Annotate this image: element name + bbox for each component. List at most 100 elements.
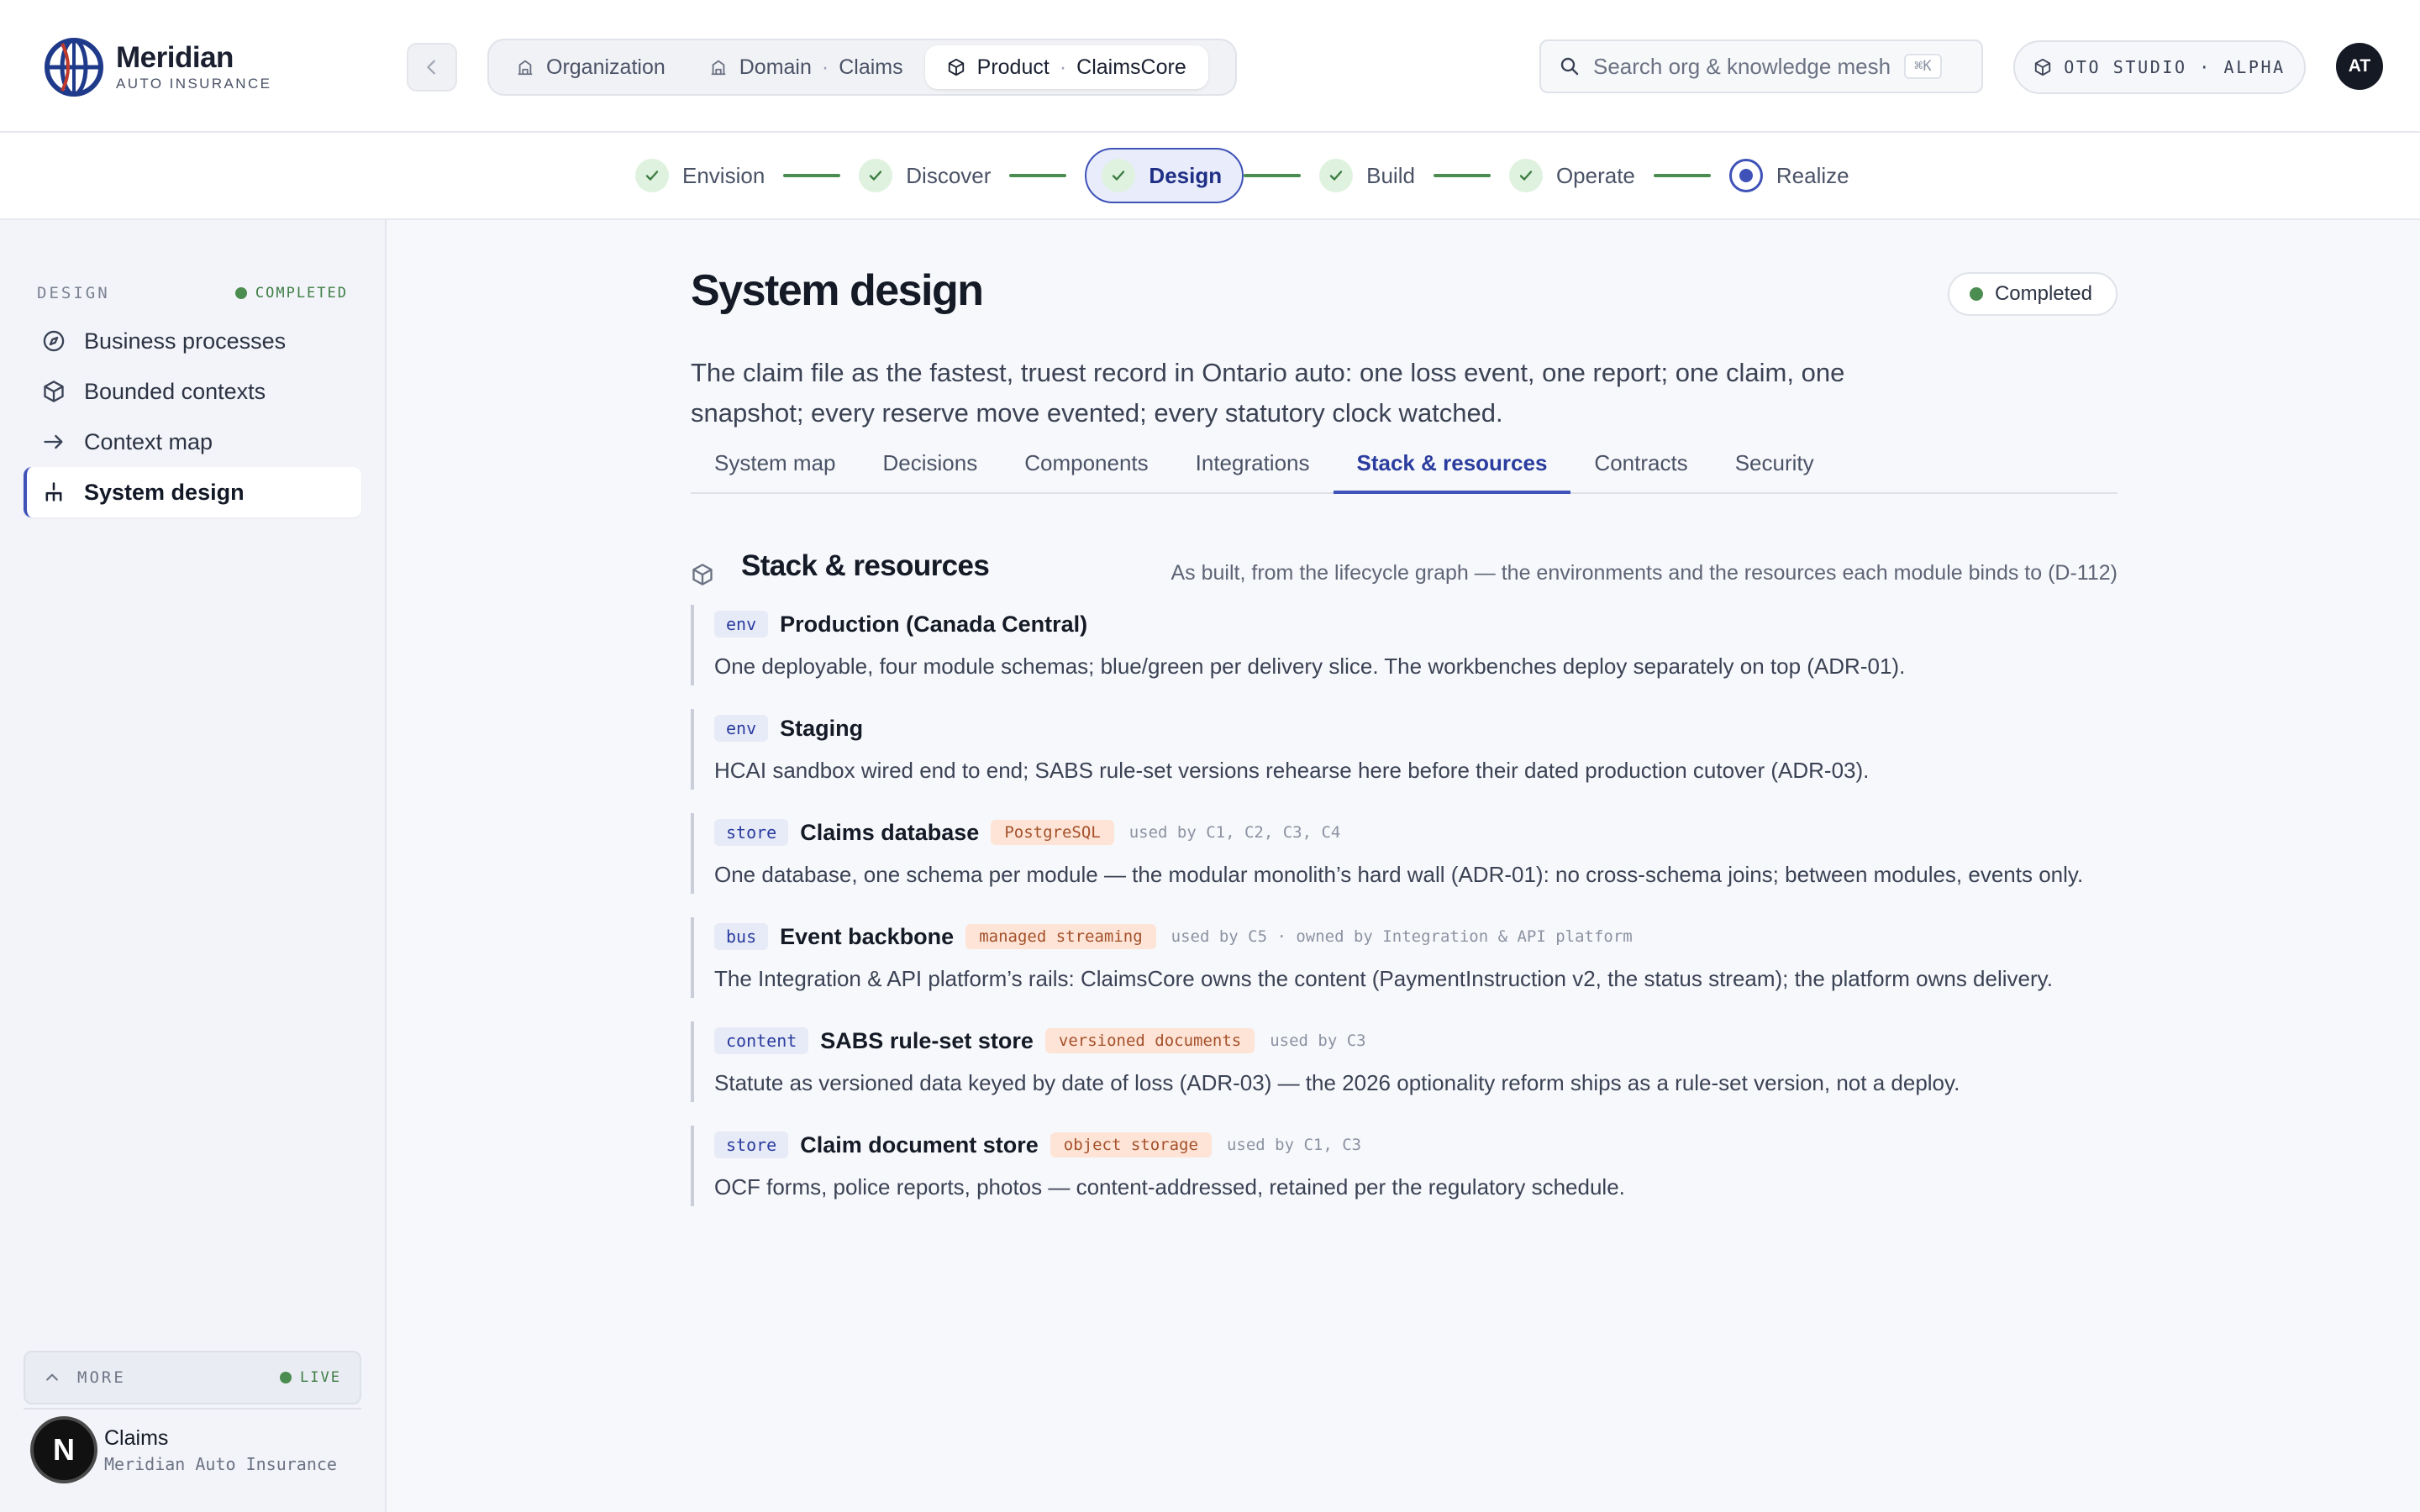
step-operate[interactable]: Operate	[1508, 148, 1635, 203]
sidebar: DESIGN COMPLETED Business processes Boun…	[0, 220, 387, 1512]
breadcrumb-organization[interactable]: Organization	[494, 45, 687, 89]
list-item: store Claims database PostgreSQL used by…	[691, 813, 2118, 894]
more-toggle[interactable]: MORE LIVE	[24, 1351, 361, 1404]
status-dot	[280, 1372, 292, 1383]
status-dot	[1969, 287, 1983, 301]
sidebar-item-bounded-contexts[interactable]: Bounded contexts	[24, 366, 361, 417]
step-build[interactable]: Build	[1319, 148, 1415, 203]
step-label: Build	[1366, 162, 1415, 188]
brand-name: Meridian	[116, 41, 234, 74]
live-indicator: LIVE	[280, 1369, 341, 1386]
workspace-name: Claims	[104, 1425, 169, 1450]
tab-integrations[interactable]: Integrations	[1172, 440, 1334, 494]
brand[interactable]: Meridian AUTO INSURANCE	[44, 37, 271, 97]
breadcrumb-label: Organization	[546, 55, 666, 79]
list-item: env Staging HCAI sandbox wired end to en…	[691, 709, 2118, 790]
cube-icon	[692, 564, 713, 585]
step-label: Realize	[1776, 162, 1849, 188]
resource-name: Claim document store	[800, 1131, 1039, 1158]
chevron-up-icon	[46, 1373, 58, 1381]
status-dot	[234, 287, 247, 299]
tech-tag: PostgreSQL	[991, 820, 1114, 845]
sidebar-item-label: Context map	[84, 428, 213, 454]
step-realize[interactable]: Realize	[1728, 148, 1849, 203]
sidebar-item-context-map[interactable]: Context map	[24, 417, 361, 467]
resource-name: Claims database	[800, 819, 980, 845]
resource-name: Production (Canada Central)	[780, 611, 1088, 637]
step-connector	[783, 174, 841, 177]
sidebar-item-label: System design	[84, 479, 245, 505]
chevron-left-icon	[427, 60, 435, 75]
section-title: Stack & resources	[741, 549, 990, 582]
separator-dot: ·	[1059, 55, 1067, 79]
list-item: bus Event backbone managed streaming use…	[691, 917, 2118, 998]
resource-description: Statute as versioned data keyed by date …	[714, 1070, 1960, 1095]
resource-kind: store	[714, 819, 789, 846]
divider	[24, 1408, 361, 1410]
resource-name: SABS rule-set store	[820, 1027, 1034, 1053]
building-icon	[711, 60, 725, 76]
sidebar-status: COMPLETED	[234, 285, 348, 302]
back-button[interactable]	[407, 43, 457, 92]
arrow-right-icon	[44, 434, 63, 449]
check-icon	[859, 159, 893, 192]
step-discover[interactable]: Discover	[859, 148, 991, 203]
check-icon	[1102, 159, 1136, 192]
tab-system-map[interactable]: System map	[691, 440, 860, 494]
resource-kind: store	[714, 1131, 789, 1158]
tab-security[interactable]: Security	[1712, 440, 1838, 494]
studio-badge[interactable]: OTO STUDIO · ALPHA	[2013, 40, 2306, 94]
building-icon	[518, 60, 533, 76]
user-avatar[interactable]: AT	[2336, 43, 2383, 90]
resource-kind: env	[714, 715, 769, 742]
list-item: store Claim document store object storag…	[691, 1126, 2118, 1206]
tab-stack-resources[interactable]: Stack & resources	[1333, 440, 1571, 494]
tab-contracts[interactable]: Contracts	[1570, 440, 1711, 494]
step-label: Envision	[682, 162, 765, 188]
sidebar-section-header: DESIGN COMPLETED	[37, 284, 348, 302]
resource-description: OCF forms, police reports, photos — cont…	[714, 1174, 1625, 1200]
search-icon	[1560, 57, 1579, 76]
sidebar-nav: Business processes Bounded contexts Cont…	[24, 316, 361, 517]
tech-tag: versioned documents	[1044, 1028, 1255, 1053]
breadcrumb-label: Product	[976, 55, 1050, 79]
used-by: used by C1, C3	[1226, 1136, 1362, 1154]
sidebar-item-label: Bounded contexts	[84, 378, 266, 404]
used-by: used by C1, C2, C3, C4	[1128, 823, 1341, 842]
separator-dot: ·	[821, 55, 829, 79]
check-icon	[1319, 159, 1354, 192]
globe-logo-icon	[45, 38, 103, 97]
resource-description: The Integration & API platform’s rails: …	[714, 966, 2053, 991]
section-header: Stack & resources As built, from the lif…	[691, 549, 2118, 596]
breadcrumb: Organization Domain · Claims Product · C…	[487, 39, 1237, 96]
step-label: Discover	[906, 162, 992, 188]
more-label: MORE	[77, 1368, 126, 1387]
status-label: Completed	[1994, 282, 2092, 305]
lifecycle-stepper: Envision Discover Design Build Operate R…	[0, 133, 2420, 220]
tech-tag: object storage	[1050, 1132, 1212, 1158]
step-label: Operate	[1555, 162, 1635, 188]
search-input[interactable]: Search org & knowledge mesh ⌘K	[1539, 39, 1983, 93]
resource-name: Staging	[780, 715, 864, 741]
sidebar-item-system-design[interactable]: System design	[24, 467, 361, 517]
breadcrumb-product[interactable]: Product · ClaimsCore	[924, 45, 1208, 89]
step-design[interactable]: Design	[1085, 148, 1244, 203]
brand-subtitle: AUTO INSURANCE	[116, 76, 272, 92]
tab-components[interactable]: Components	[1001, 440, 1171, 494]
step-envision[interactable]: Envision	[635, 148, 765, 203]
sidebar-section-label: DESIGN	[37, 284, 110, 302]
step-connector	[1433, 174, 1491, 177]
sidebar-item-business-processes[interactable]: Business processes	[24, 316, 361, 366]
used-by: used by C3	[1270, 1032, 1366, 1050]
top-bar: Meridian AUTO INSURANCE Organization Dom…	[0, 0, 2420, 133]
resource-description: HCAI sandbox wired end to end; SABS rule…	[714, 758, 1870, 783]
tab-decisions[interactable]: Decisions	[860, 440, 1002, 494]
shortcut-hint: ⌘K	[1904, 54, 1942, 79]
step-connector	[1653, 174, 1711, 177]
breadcrumb-domain[interactable]: Domain · Claims	[687, 45, 925, 89]
account-switcher[interactable]: N Claims Meridian Auto Insurance	[30, 1416, 337, 1483]
list-item: env Production (Canada Central) One depl…	[691, 605, 2118, 685]
hierarchy-icon	[45, 482, 62, 501]
used-by: used by C5 · owned by Integration & API …	[1171, 927, 1633, 946]
check-icon	[635, 159, 669, 192]
